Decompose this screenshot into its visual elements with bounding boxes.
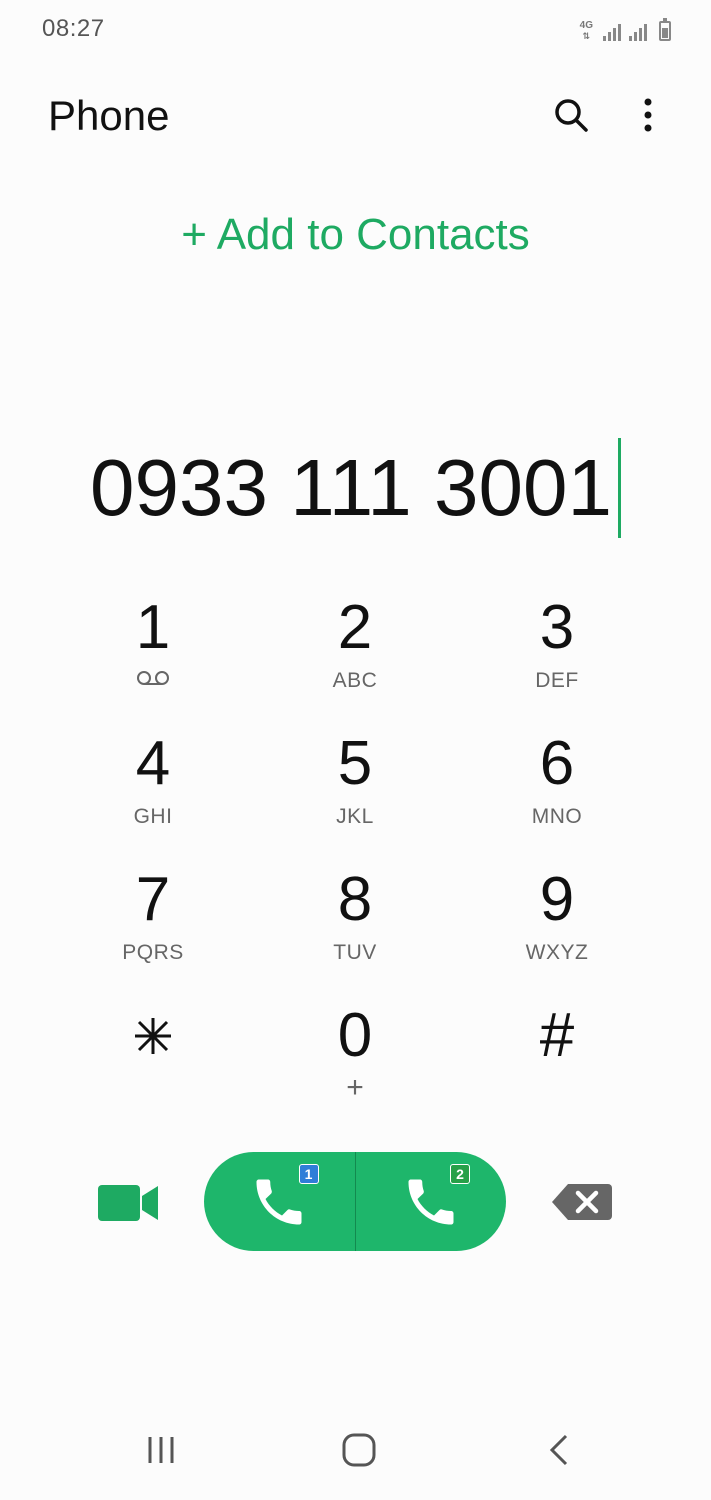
key-5[interactable]: 5 JKL xyxy=(254,731,456,867)
star-icon xyxy=(131,1003,175,1069)
status-icons: 4G ⇅ xyxy=(580,17,671,41)
backspace-button[interactable] xyxy=(550,1182,614,1222)
signal-sim2-icon xyxy=(629,23,647,41)
key-digit: 1 xyxy=(135,593,171,662)
signal-sim1-icon xyxy=(603,23,621,41)
key-1[interactable]: 1 xyxy=(52,595,254,731)
search-button[interactable] xyxy=(548,92,594,138)
key-digit: 8 xyxy=(337,865,373,934)
key-2[interactable]: 2 ABC xyxy=(254,595,456,731)
battery-icon xyxy=(659,18,671,41)
add-to-contacts-button[interactable]: + Add to Contacts xyxy=(0,210,711,260)
network-type-label: 4G xyxy=(579,20,593,31)
status-bar: 08:27 4G ⇅ xyxy=(0,0,711,60)
key-digit: 9 xyxy=(539,865,575,934)
key-7[interactable]: 7 PQRS xyxy=(52,867,254,1003)
key-star[interactable] xyxy=(52,1003,254,1139)
call-sim2-button[interactable]: 2 xyxy=(356,1152,507,1251)
key-letters: GHI xyxy=(133,805,173,828)
sim1-badge: 1 xyxy=(298,1164,319,1184)
key-digit: 4 xyxy=(135,729,171,798)
text-cursor xyxy=(618,438,621,538)
number-display[interactable]: 0933 111 3001 xyxy=(0,438,711,538)
home-icon xyxy=(342,1433,376,1467)
key-6[interactable]: 6 MNO xyxy=(456,731,658,867)
key-letters: DEF xyxy=(535,669,579,692)
key-letters: JKL xyxy=(336,805,374,828)
key-digit: 2 xyxy=(337,593,373,662)
key-digit: # xyxy=(539,1001,575,1070)
recent-apps-button[interactable] xyxy=(136,1428,186,1472)
network-type-icon: 4G ⇅ xyxy=(579,20,593,42)
video-camera-icon xyxy=(98,1185,158,1221)
key-hash[interactable]: # xyxy=(456,1003,658,1139)
more-options-button[interactable] xyxy=(628,92,668,138)
key-digit: 0 xyxy=(337,1001,373,1070)
page-title: Phone xyxy=(48,92,170,139)
key-digit: 3 xyxy=(539,593,575,662)
key-4[interactable]: 4 GHI xyxy=(52,731,254,867)
key-letters: WXYZ xyxy=(525,941,589,964)
key-letters: MNO xyxy=(531,805,583,828)
system-nav-bar xyxy=(0,1410,711,1490)
backspace-icon xyxy=(552,1184,612,1220)
call-action-bar: 1 2 xyxy=(0,1152,711,1252)
dialed-number: 0933 111 3001 xyxy=(90,443,612,532)
key-3[interactable]: 3 DEF xyxy=(456,595,658,731)
key-0[interactable]: 0 + xyxy=(254,1003,456,1139)
more-vertical-icon xyxy=(644,98,652,132)
voicemail-icon xyxy=(135,669,171,691)
recent-apps-icon xyxy=(148,1437,174,1463)
call-sim1-button[interactable]: 1 xyxy=(204,1152,355,1251)
key-digit: 5 xyxy=(337,729,373,798)
key-letters: TUV xyxy=(333,941,377,964)
search-icon xyxy=(555,99,588,132)
key-digit: 6 xyxy=(539,729,575,798)
key-letters: PQRS xyxy=(122,941,184,964)
back-icon xyxy=(549,1434,568,1466)
back-button[interactable] xyxy=(534,1428,584,1472)
sim2-badge: 2 xyxy=(450,1164,470,1184)
key-8[interactable]: 8 TUV xyxy=(254,867,456,1003)
key-9[interactable]: 9 WXYZ xyxy=(456,867,658,1003)
dial-keypad: 1 2 ABC 3 DEF 4 GHI 5 JKL 6 MNO 7 PQRS 8… xyxy=(52,595,660,1139)
key-plus: + xyxy=(346,1071,364,1104)
call-buttons: 1 2 xyxy=(204,1152,506,1251)
video-call-button[interactable] xyxy=(96,1182,162,1224)
key-letters: ABC xyxy=(332,669,378,692)
key-digit: 7 xyxy=(135,865,171,934)
home-button[interactable] xyxy=(334,1428,384,1472)
status-time: 08:27 xyxy=(42,15,105,42)
